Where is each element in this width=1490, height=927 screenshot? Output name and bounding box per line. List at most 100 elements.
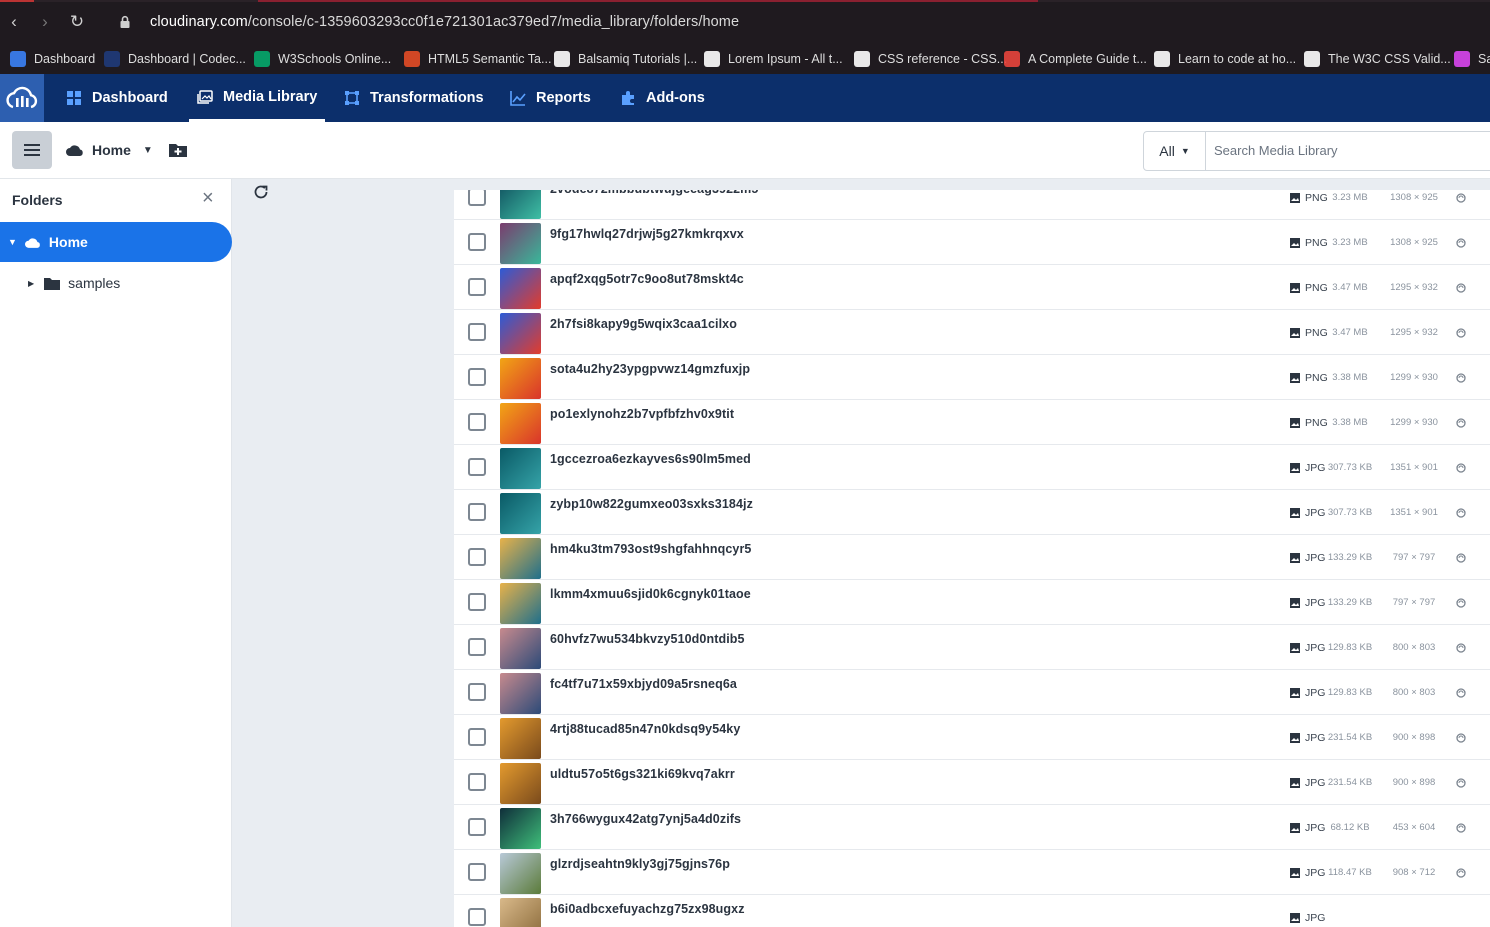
nav-dashboard[interactable]: Dashboard: [66, 74, 168, 122]
caret-down-icon[interactable]: ▼: [8, 237, 17, 247]
public-link-icon[interactable]: [1456, 193, 1466, 203]
public-link-icon[interactable]: [1456, 823, 1466, 833]
asset-thumbnail[interactable]: [500, 718, 541, 759]
asset-thumbnail[interactable]: [500, 190, 541, 219]
asset-name[interactable]: 2vode872mbbubtwujgeeag3922m5: [550, 190, 758, 196]
asset-name[interactable]: 2h7fsi8kapy9g5wqix3caa1cilxo: [550, 317, 737, 331]
asset-row[interactable]: 1gccezroa6ezkayves6s90lm5med JPG 307.73 KB…: [454, 445, 1490, 490]
address-bar[interactable]: cloudinary.com/console/c-1359603293cc0f1…: [150, 14, 739, 30]
row-checkbox[interactable]: [468, 503, 486, 521]
nav-reports[interactable]: Reports: [510, 74, 591, 122]
asset-name[interactable]: 60hvfz7wu534bkvzy510d0ntdib5: [550, 632, 745, 646]
asset-name[interactable]: zybp10w822gumxeo03sxks3184jz: [550, 497, 753, 511]
row-checkbox[interactable]: [468, 190, 486, 206]
public-link-icon[interactable]: [1456, 688, 1466, 698]
bookmark-item[interactable]: Balsamiq Tutorials |...: [554, 50, 697, 68]
row-checkbox[interactable]: [468, 278, 486, 296]
asset-thumbnail[interactable]: [500, 628, 541, 669]
row-checkbox[interactable]: [468, 323, 486, 341]
bookmark-item[interactable]: Dashboard | Codec...: [104, 50, 246, 68]
public-link-icon[interactable]: [1456, 373, 1466, 383]
bookmark-item[interactable]: A Complete Guide t...: [1004, 50, 1147, 68]
asset-thumbnail[interactable]: [500, 313, 541, 354]
row-checkbox[interactable]: [468, 593, 486, 611]
row-checkbox[interactable]: [468, 683, 486, 701]
asset-name[interactable]: 1gccezroa6ezkayves6s90lm5med: [550, 452, 751, 466]
asset-row[interactable]: 2h7fsi8kapy9g5wqix3caa1cilxo PNG 3.47 MB 12…: [454, 310, 1490, 355]
row-checkbox[interactable]: [468, 413, 486, 431]
asset-thumbnail[interactable]: [500, 493, 541, 534]
asset-thumbnail[interactable]: [500, 583, 541, 624]
bookmark-item[interactable]: Sa: [1454, 50, 1490, 68]
public-link-icon[interactable]: [1456, 868, 1466, 878]
asset-thumbnail[interactable]: [500, 268, 541, 309]
public-link-icon[interactable]: [1456, 463, 1466, 473]
asset-row[interactable]: hm4ku3tm793ost9shgfahhnqcyr5 JPG 133.29 KB…: [454, 535, 1490, 580]
row-checkbox[interactable]: [468, 773, 486, 791]
row-checkbox[interactable]: [468, 728, 486, 746]
asset-name[interactable]: apqf2xqg5otr7c9oo8ut78mskt4c: [550, 272, 744, 286]
public-link-icon[interactable]: [1456, 238, 1466, 248]
asset-row[interactable]: zybp10w822gumxeo03sxks3184jz JPG 307.73 KB…: [454, 490, 1490, 535]
forward-icon[interactable]: ›: [35, 12, 55, 32]
bookmark-item[interactable]: Lorem Ipsum - All t...: [704, 50, 843, 68]
new-folder-icon[interactable]: [168, 141, 188, 159]
asset-row[interactable]: po1exlynohz2b7vpfbfzhv0x9tit PNG 3.38 MB 12…: [454, 400, 1490, 445]
public-link-icon[interactable]: [1456, 418, 1466, 428]
asset-row[interactable]: sota4u2hy23ypgpvwz14gmzfuxjp PNG 3.38 MB 12…: [454, 355, 1490, 400]
refresh-icon[interactable]: [252, 183, 270, 201]
close-icon[interactable]: ×: [202, 188, 218, 208]
caret-right-icon[interactable]: ▶: [28, 279, 34, 288]
row-checkbox[interactable]: [468, 368, 486, 386]
reload-icon[interactable]: ↻: [67, 12, 87, 32]
asset-thumbnail[interactable]: [500, 448, 541, 489]
public-link-icon[interactable]: [1456, 328, 1466, 338]
asset-thumbnail[interactable]: [500, 358, 541, 399]
sidebar-toggle-button[interactable]: [12, 131, 52, 169]
public-link-icon[interactable]: [1456, 283, 1466, 293]
asset-thumbnail[interactable]: [500, 808, 541, 849]
asset-row[interactable]: 2vode872mbbubtwujgeeag3922m5 PNG 3.23 MB 13…: [454, 190, 1490, 220]
row-checkbox[interactable]: [468, 548, 486, 566]
asset-name[interactable]: 9fg17hwlq27drjwj5g27kmkrqxvx: [550, 227, 744, 241]
row-checkbox[interactable]: [468, 458, 486, 476]
asset-name[interactable]: uldtu57o5t6gs321ki69kvq7akrr: [550, 767, 735, 781]
nav-transformations[interactable]: Transformations: [344, 74, 484, 122]
nav-media-library[interactable]: Media Library: [189, 74, 326, 122]
asset-thumbnail[interactable]: [500, 853, 541, 894]
bookmark-item[interactable]: Learn to code at ho...: [1154, 50, 1296, 68]
asset-row[interactable]: uldtu57o5t6gs321ki69kvq7akrr JPG 231.54 KB…: [454, 760, 1490, 805]
asset-name[interactable]: fc4tf7u71x59xbjyd09a5rsneq6a: [550, 677, 737, 691]
bookmark-item[interactable]: HTML5 Semantic Ta...: [404, 50, 551, 68]
asset-row[interactable]: 9fg17hwlq27drjwj5g27kmkrqxvx PNG 3.23 MB 13…: [454, 220, 1490, 265]
public-link-icon[interactable]: [1456, 643, 1466, 653]
asset-row[interactable]: glzrdjseahtn9kly3gj75gjns76p JPG 118.47 KB…: [454, 850, 1490, 895]
bookmark-item[interactable]: CSS reference - CSS...: [854, 50, 1007, 68]
back-icon[interactable]: ‹: [4, 12, 24, 32]
lock-icon[interactable]: [118, 15, 132, 29]
asset-thumbnail[interactable]: [500, 538, 541, 579]
row-checkbox[interactable]: [468, 863, 486, 881]
row-checkbox[interactable]: [468, 908, 486, 926]
bookmark-item[interactable]: Dashboard: [10, 50, 95, 68]
asset-row[interactable]: 60hvfz7wu534bkvzy510d0ntdib5 JPG 129.83 KB…: [454, 625, 1490, 670]
nav-addons[interactable]: Add-ons: [620, 74, 705, 122]
folder-item-home[interactable]: ▼ Home: [0, 222, 232, 262]
asset-name[interactable]: glzrdjseahtn9kly3gj75gjns76p: [550, 857, 730, 871]
folder-item-samples[interactable]: ▶ samples: [0, 271, 232, 295]
asset-row[interactable]: lkmm4xmuu6sjid0k6cgnyk01taoe JPG 133.29 KB…: [454, 580, 1490, 625]
asset-row[interactable]: 4rtj88tucad85n47n0kdsq9y54ky JPG 231.54 KB…: [454, 715, 1490, 760]
asset-row[interactable]: fc4tf7u71x59xbjyd09a5rsneq6a JPG 129.83 KB…: [454, 670, 1490, 715]
asset-name[interactable]: 4rtj88tucad85n47n0kdsq9y54ky: [550, 722, 740, 736]
row-checkbox[interactable]: [468, 818, 486, 836]
asset-thumbnail[interactable]: [500, 223, 541, 264]
cloudinary-logo-icon[interactable]: [0, 74, 44, 122]
bookmark-item[interactable]: W3Schools Online...: [254, 50, 391, 68]
asset-name[interactable]: 3h766wygux42atg7ynj5a4d0zifs: [550, 812, 741, 826]
asset-thumbnail[interactable]: [500, 763, 541, 804]
asset-row[interactable]: apqf2xqg5otr7c9oo8ut78mskt4c PNG 3.47 MB 12…: [454, 265, 1490, 310]
public-link-icon[interactable]: [1456, 508, 1466, 518]
public-link-icon[interactable]: [1456, 733, 1466, 743]
asset-row[interactable]: 3h766wygux42atg7ynj5a4d0zifs JPG 68.12 KB 4…: [454, 805, 1490, 850]
asset-row[interactable]: b6i0adbcxefuyachzg75zx98ugxz JPG: [454, 895, 1490, 927]
